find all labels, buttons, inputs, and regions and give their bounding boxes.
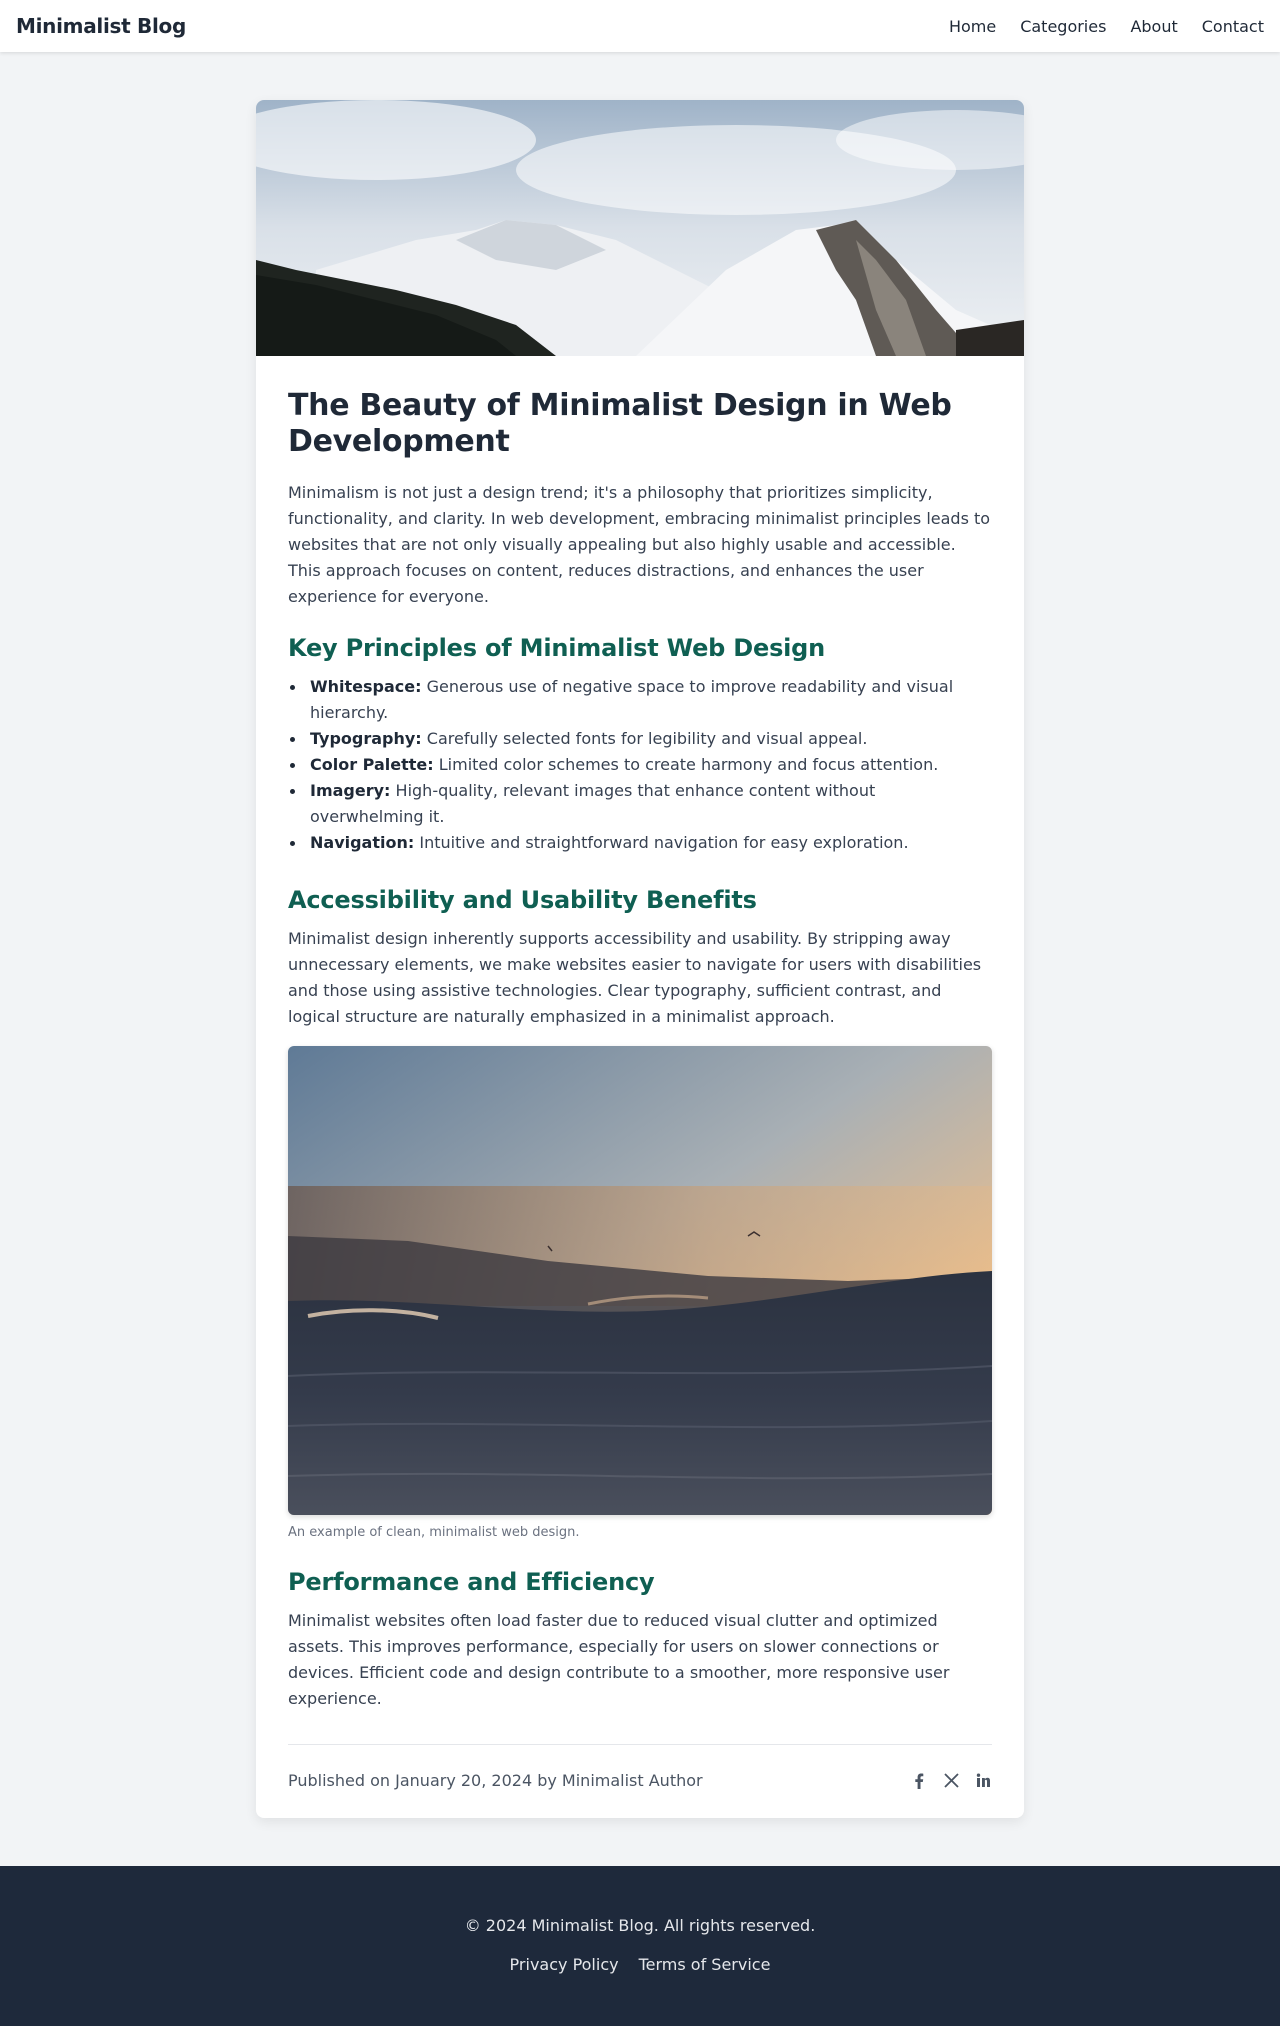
site-logo-text[interactable]: Minimalist Blog (16, 14, 186, 38)
facebook-icon[interactable] (910, 1772, 928, 1790)
list-item: Typography: Carefully selected fonts for… (290, 726, 992, 752)
list-item: Navigation: Intuitive and straightforwar… (290, 830, 992, 856)
list-item: Imagery: High-quality, relevant images t… (290, 778, 992, 830)
performance-heading: Performance and Efficiency (288, 1568, 655, 1596)
terms-of-service-link[interactable]: Terms of Service (639, 1955, 771, 1974)
article-body: The Beauty of Minimalist Design in Web D… (256, 356, 1024, 1818)
list-item: Color Palette: Limited color schemes to … (290, 752, 992, 778)
article-figure: An example of clean, minimalist web desi… (288, 1046, 992, 1540)
principle-text: High-quality, relevant images that enhan… (310, 781, 876, 826)
social-share (910, 1772, 992, 1790)
main-nav: Home Categories About Contact (949, 17, 1264, 36)
principle-term: Imagery: (310, 781, 391, 800)
nav-about-link[interactable]: About (1130, 17, 1177, 36)
accessibility-heading: Accessibility and Usability Benefits (288, 886, 757, 914)
performance-paragraph: Minimalist websites often load faster du… (288, 1611, 950, 1708)
x-icon[interactable] (942, 1772, 960, 1790)
article-meta: Published on January 20, 2024 by Minimal… (288, 1744, 992, 1790)
privacy-policy-link[interactable]: Privacy Policy (510, 1955, 619, 1974)
list-item: Whitespace: Generous use of negative spa… (290, 674, 992, 726)
main-content: The Beauty of Minimalist Design in Web D… (0, 52, 1280, 1818)
site-header: Minimalist Blog Home Categories About Co… (0, 0, 1280, 52)
principles-heading: Key Principles of Minimalist Web Design (288, 634, 826, 662)
principle-text: Intuitive and straightforward navigation… (414, 833, 909, 852)
figure-caption: An example of clean, minimalist web desi… (288, 1525, 580, 1540)
nav-contact-link[interactable]: Contact (1202, 17, 1264, 36)
nav-categories-link[interactable]: Categories (1020, 17, 1106, 36)
principle-text: Carefully selected fonts for legibility … (421, 729, 868, 748)
principle-term: Navigation: (310, 833, 415, 852)
copyright-text: © 2024 Minimalist Blog. All rights reser… (464, 1916, 816, 1935)
site-footer: © 2024 Minimalist Blog. All rights reser… (0, 1866, 1280, 2026)
article-title: The Beauty of Minimalist Design in Web D… (288, 388, 952, 459)
principle-term: Typography: (310, 729, 422, 748)
published-info: Published on January 20, 2024 by Minimal… (288, 1771, 703, 1790)
hero-image-mountains (256, 100, 1024, 356)
principle-term: Color Palette: (310, 755, 434, 774)
ocean-wave-image (288, 1046, 992, 1515)
intro-paragraph: Minimalism is not just a design trend; i… (288, 483, 991, 606)
linkedin-icon[interactable] (974, 1772, 992, 1790)
nav-home-link[interactable]: Home (949, 17, 996, 36)
accessibility-paragraph: Minimalist design inherently supports ac… (288, 929, 982, 1026)
principle-term: Whitespace: (310, 677, 422, 696)
footer-links: Privacy Policy Terms of Service (0, 1955, 1280, 1974)
principles-list: Whitespace: Generous use of negative spa… (288, 674, 992, 856)
article-card: The Beauty of Minimalist Design in Web D… (256, 100, 1024, 1818)
principle-text: Limited color schemes to create harmony … (433, 755, 939, 774)
